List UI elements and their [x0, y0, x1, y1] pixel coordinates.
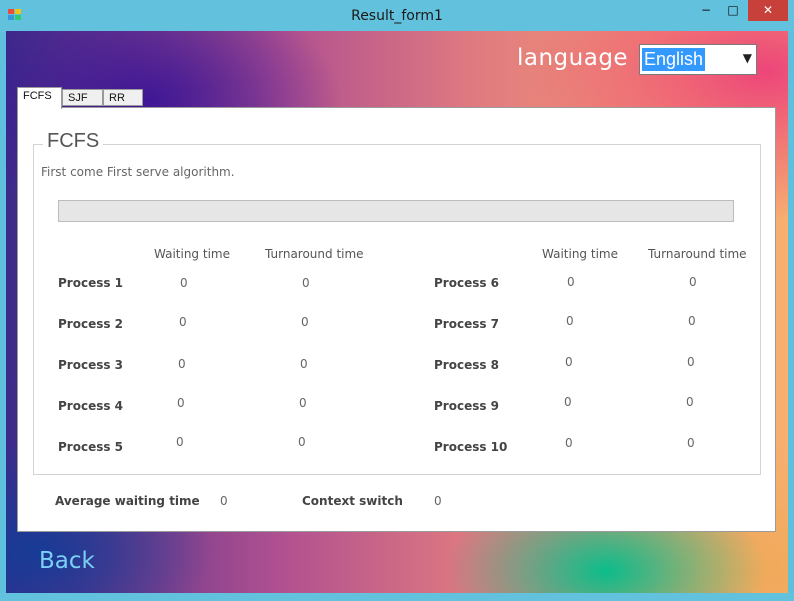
process-2-label: Process 2 [58, 317, 124, 331]
turnaround-time-header-right: Turnaround time [648, 247, 747, 261]
process-8-label: Process 8 [434, 358, 500, 372]
process-5-label: Process 5 [58, 440, 124, 454]
context-switch-value: 0 [434, 494, 442, 508]
process-5-waiting: 0 [176, 435, 184, 449]
turnaround-time-header-left: Turnaround time [265, 247, 364, 261]
process-9-waiting: 0 [564, 395, 572, 409]
waiting-time-header-left: Waiting time [154, 247, 230, 261]
process-2-turnaround: 0 [301, 315, 309, 329]
form-client-area: language English ▼ FCFS SJF RR FCFS Firs… [6, 31, 788, 593]
process-1-label: Process 1 [58, 276, 124, 290]
process-10-label: Process 10 [434, 440, 508, 454]
process-10-waiting: 0 [565, 436, 573, 450]
process-8-turnaround: 0 [687, 355, 695, 369]
process-4-label: Process 4 [58, 399, 124, 413]
progress-bar [58, 200, 734, 222]
average-waiting-time-label: Average waiting time [55, 494, 200, 508]
process-1-turnaround: 0 [302, 276, 310, 290]
process-4-waiting: 0 [177, 396, 185, 410]
back-button[interactable]: Back [39, 548, 95, 574]
chevron-down-icon[interactable]: ▼ [743, 51, 752, 65]
maximize-button[interactable]: □ [720, 0, 746, 21]
language-label: language [517, 45, 629, 71]
result-form-window: Result_form1 − □ ✕ language English ▼ FC… [0, 0, 794, 601]
tab-fcfs[interactable]: FCFS [17, 87, 62, 109]
process-4-turnaround: 0 [299, 396, 307, 410]
process-7-waiting: 0 [566, 314, 574, 328]
language-select[interactable]: English ▼ [639, 44, 757, 75]
title-bar[interactable]: Result_form1 − □ ✕ [0, 0, 794, 32]
process-3-label: Process 3 [58, 358, 124, 372]
process-7-turnaround: 0 [688, 314, 696, 328]
fcfs-tab-page: FCFS First come First serve algorithm. W… [17, 107, 776, 532]
process-7-label: Process 7 [434, 317, 500, 331]
process-3-waiting: 0 [178, 357, 186, 371]
window-title: Result_form1 [351, 8, 443, 24]
process-3-turnaround: 0 [300, 357, 308, 371]
window-bottom-border[interactable] [0, 593, 794, 601]
process-10-turnaround: 0 [687, 436, 695, 450]
process-2-waiting: 0 [179, 315, 187, 329]
process-5-turnaround: 0 [298, 435, 306, 449]
process-1-waiting: 0 [180, 276, 188, 290]
fcfs-group-box [33, 144, 761, 475]
average-waiting-time-value: 0 [220, 494, 228, 508]
tab-sjf[interactable]: SJF [62, 89, 103, 106]
process-8-waiting: 0 [565, 355, 573, 369]
language-selected-value: English [642, 48, 706, 71]
process-6-turnaround: 0 [689, 275, 697, 289]
close-button[interactable]: ✕ [748, 0, 788, 21]
process-9-label: Process 9 [434, 399, 500, 413]
waiting-time-header-right: Waiting time [542, 247, 618, 261]
process-6-label: Process 6 [434, 276, 500, 290]
process-6-waiting: 0 [567, 275, 575, 289]
algorithm-description: First come First serve algorithm. [41, 165, 235, 179]
process-9-turnaround: 0 [686, 395, 694, 409]
group-title: FCFS [43, 130, 104, 153]
minimize-button[interactable]: − [692, 0, 720, 21]
tab-rr[interactable]: RR [103, 89, 143, 106]
context-switch-label: Context switch [302, 494, 403, 508]
